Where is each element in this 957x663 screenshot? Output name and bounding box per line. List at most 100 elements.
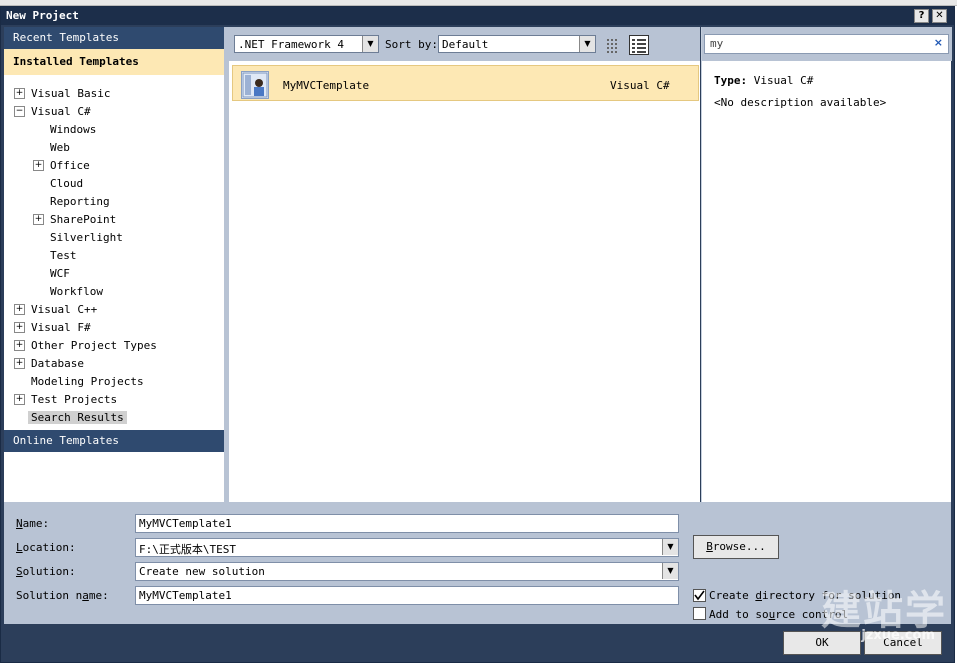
sort-by-label: Sort by:	[385, 38, 438, 51]
tree-item[interactable]: WCF	[4, 265, 224, 283]
tree-item-label: Modeling Projects	[31, 375, 144, 388]
expand-icon[interactable]: +	[33, 160, 44, 171]
tree-item[interactable]: Workflow	[4, 283, 224, 301]
chevron-down-icon[interactable]: ▼	[362, 36, 378, 52]
dialog-footer: OK Cancel	[4, 624, 951, 660]
template-list: MyMVCTemplate Visual C#	[229, 61, 700, 502]
template-details-pane: my × Type: Visual C# <No description ava…	[701, 27, 952, 502]
tree-item-label: Test	[50, 249, 77, 262]
dialog-title: New Project	[6, 9, 79, 22]
browse-button[interactable]: Browse...	[693, 535, 779, 559]
project-settings-form: Name: MyMVCTemplate1 Location: F:\正式版本\T…	[4, 502, 951, 624]
sort-value: Default	[442, 38, 489, 51]
tree-item[interactable]: + SharePoint	[4, 211, 224, 229]
tree-item[interactable]: + Office	[4, 157, 224, 175]
expand-icon[interactable]: +	[14, 304, 25, 315]
tree-item-label: Silverlight	[50, 231, 123, 244]
tree-item[interactable]: Silverlight	[4, 229, 224, 247]
tree-item[interactable]: + Other Project Types	[4, 337, 224, 355]
search-bar: my ×	[702, 27, 952, 61]
expand-icon[interactable]: +	[14, 358, 25, 369]
details-view-button[interactable]	[629, 35, 649, 55]
expand-icon[interactable]: +	[14, 394, 25, 405]
search-value: my	[710, 37, 724, 50]
tree-item-label: Search Results	[28, 411, 127, 424]
tree-item[interactable]: + Database	[4, 355, 224, 373]
type-value: Visual C#	[753, 74, 814, 87]
expand-icon[interactable]: +	[33, 214, 44, 225]
name-field[interactable]: MyMVCTemplate1	[135, 514, 679, 533]
small-icons-view-button[interactable]	[603, 35, 623, 55]
tree-item-label: Reporting	[50, 195, 110, 208]
solution-value: Create new solution	[139, 565, 265, 578]
tree-item-label: Cloud	[50, 177, 84, 190]
chevron-down-icon[interactable]: ▼	[662, 563, 678, 579]
source-control-checkbox[interactable]	[693, 607, 706, 620]
type-label: Type:	[714, 74, 748, 87]
tree-item-label: Workflow	[50, 285, 103, 298]
tree-item-label: Database	[31, 357, 84, 370]
location-label: Location:	[16, 541, 76, 554]
chevron-down-icon[interactable]: ▼	[579, 36, 595, 52]
solution-label: Solution:	[16, 565, 76, 578]
installed-templates-header[interactable]: Installed Templates	[4, 49, 224, 75]
framework-dropdown[interactable]: .NET Framework 4 ▼	[234, 35, 379, 53]
expand-icon[interactable]: +	[14, 322, 25, 333]
tree-item[interactable]: Web	[4, 139, 224, 157]
create-directory-checkbox[interactable]	[693, 589, 706, 602]
tree-item-label: WCF	[50, 267, 70, 280]
name-label: Name:	[16, 517, 50, 530]
location-value: F:\正式版本\TEST	[139, 543, 236, 556]
expand-icon[interactable]: +	[14, 88, 25, 99]
tree-item-label: Web	[50, 141, 70, 154]
tree-item-label: Test Projects	[31, 393, 118, 406]
tree-item-label: Visual C#	[31, 105, 91, 118]
project-template-icon	[241, 71, 269, 99]
template-name: MyMVCTemplate	[283, 79, 370, 92]
tree-item[interactable]: Search Results	[4, 409, 224, 427]
tree-item-label: Visual F#	[31, 321, 91, 334]
close-button[interactable]: ✕	[932, 9, 947, 23]
grid-view-icon	[607, 39, 617, 53]
tree-item-label: SharePoint	[50, 213, 117, 226]
solution-dropdown[interactable]: Create new solution ▼	[135, 562, 679, 581]
list-view-icon	[632, 39, 646, 53]
tree-item[interactable]: + Visual Basic	[4, 85, 224, 103]
tree-item[interactable]: − Visual C#	[4, 103, 224, 121]
template-description: <No description available>	[714, 96, 887, 109]
tree-item[interactable]: Cloud	[4, 175, 224, 193]
watermark-url: jzxue.com	[861, 628, 935, 643]
solution-name-label: Solution name:	[16, 589, 109, 602]
tree-item-label: Office	[50, 159, 90, 172]
template-language: Visual C#	[610, 79, 670, 92]
tree-item[interactable]: Test	[4, 247, 224, 265]
expand-icon[interactable]: +	[14, 340, 25, 351]
framework-value: .NET Framework 4	[238, 38, 344, 51]
clear-search-icon[interactable]: ×	[934, 36, 943, 49]
help-button[interactable]: ?	[914, 9, 929, 23]
tree-item[interactable]: Windows	[4, 121, 224, 139]
tree-item[interactable]: Modeling Projects	[4, 373, 224, 391]
tree-item[interactable]: + Test Projects	[4, 391, 224, 409]
new-project-dialog: New Project ? ✕ Recent Templates Install…	[0, 6, 955, 663]
tree-item[interactable]: + Visual C++	[4, 301, 224, 319]
template-type: Type: Visual C#	[714, 74, 813, 87]
recent-templates-header[interactable]: Recent Templates	[4, 27, 224, 49]
collapse-icon[interactable]: −	[14, 106, 25, 117]
location-field[interactable]: F:\正式版本\TEST ▼	[135, 538, 679, 557]
search-input[interactable]: my ×	[704, 34, 949, 54]
template-category-pane: Recent Templates Installed Templates + Vi…	[4, 27, 224, 502]
chevron-down-icon[interactable]: ▼	[662, 539, 678, 555]
tree-item[interactable]: Reporting	[4, 193, 224, 211]
online-templates-header[interactable]: Online Templates	[4, 430, 224, 452]
tree-item-label: Visual C++	[31, 303, 98, 316]
tree-item-label: Other Project Types	[31, 339, 157, 352]
title-bar: New Project ? ✕	[1, 7, 954, 25]
tree-item-label: Windows	[50, 123, 97, 136]
tree-item[interactable]: + Visual F#	[4, 319, 224, 337]
tree-item-label: Visual Basic	[31, 87, 111, 100]
checkmark-icon	[694, 590, 705, 601]
solution-name-field[interactable]: MyMVCTemplate1	[135, 586, 679, 605]
sort-dropdown[interactable]: Default ▼	[438, 35, 596, 53]
template-item-mymvctemplate[interactable]: MyMVCTemplate Visual C#	[232, 65, 699, 101]
